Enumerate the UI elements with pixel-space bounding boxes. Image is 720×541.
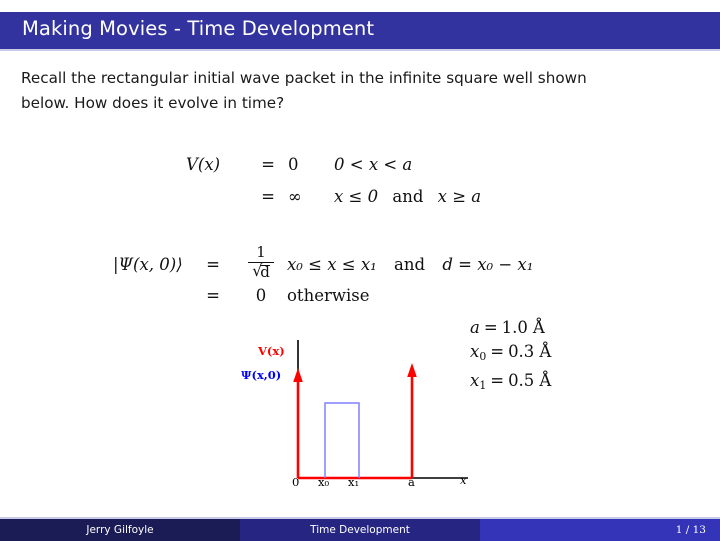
parameter-x0-value: 0.3 (508, 342, 535, 361)
wavefunction-fraction: 1 √ d (235, 243, 287, 282)
equation-wavefunction-row-2: = 0 otherwise (113, 286, 533, 316)
footer-author: Jerry Gilfoyle (0, 519, 240, 541)
parameter-a-unit: Å (532, 318, 545, 337)
parameter-a-value: 1.0 (501, 318, 528, 337)
parameter-x0-unit: Å (539, 342, 552, 361)
equation-potential-row-1: V(x) = 0 0 < x < a (186, 155, 481, 187)
equation-wavefunction: |Ψ(x, 0)⟩ = 1 √ d x₀ ≤ x ≤ x₁ and d = x₀… (113, 242, 533, 316)
intro-line-2: below. How does it evolve in time? (21, 94, 285, 112)
figure-tick-origin: 0 (292, 475, 300, 489)
parameter-x1-unit: Å (539, 371, 552, 391)
potential-condition-2-pre: x ≤ 0 (334, 187, 379, 206)
figure-tick-a: a (408, 475, 415, 489)
wavefunction-equals-2: = (206, 286, 220, 305)
title-bar-underline (0, 49, 720, 51)
sqrt-group: √ d (252, 263, 270, 281)
wavefunction-condition-2: otherwise (287, 286, 370, 305)
fraction-denominator: √ d (249, 263, 273, 281)
potential-condition-2: x ≤ 0 and x ≥ a (334, 187, 481, 206)
potential-left-arrowhead (293, 368, 303, 382)
wavefunction-definition: d = x₀ − x₁ (442, 254, 534, 274)
intro-paragraph: Recall the rectangular initial wave pack… (21, 66, 699, 116)
figure-tick-x1: x₁ (348, 475, 360, 489)
equation-potential-row-2: = ∞ x ≤ 0 and x ≥ a (186, 187, 481, 219)
figure-label-potential: V(x) (258, 344, 285, 358)
potential-value-1: 0 (288, 155, 299, 174)
slide-footer: Jerry Gilfoyle Time Development 1 / 13 (0, 519, 720, 541)
page-title: Making Movies - Time Development (22, 17, 375, 40)
figure-label-wavefunction: Ψ(x,0) (241, 368, 282, 382)
potential-value-2: ∞ (288, 187, 302, 206)
wave-packet-rectangle (324, 402, 360, 478)
footer-section: Time Development (240, 519, 480, 541)
equation-wavefunction-row-1: |Ψ(x, 0)⟩ = 1 √ d x₀ ≤ x ≤ x₁ and d = x₀… (113, 242, 533, 286)
potential-equals-1: = (261, 155, 275, 174)
wave-packet-figure: V(x) Ψ(x,0) 0 x₀ x₁ a x (230, 335, 490, 500)
fraction-numerator: 1 (256, 243, 266, 262)
intro-line-1: Recall the rectangular initial wave pack… (21, 69, 587, 87)
wavefunction-equals-1: = (206, 254, 220, 274)
figure-canvas (293, 340, 468, 480)
wavefunction-condition-1: x₀ ≤ x ≤ x₁ and d = x₀ − x₁ (287, 255, 533, 274)
wavefunction-range: x₀ ≤ x ≤ x₁ (287, 254, 377, 274)
potential-condition-2-post: x ≥ a (437, 187, 482, 206)
fraction-one-over-sqrt-d: 1 √ d (248, 243, 274, 281)
sqrt-overbar (260, 265, 270, 267)
potential-lhs: V(x) (186, 155, 221, 174)
figure-tick-x0: x₀ (318, 475, 330, 489)
wavefunction-value-2: 0 (255, 286, 267, 305)
potential-condition-1: 0 < x < a (334, 155, 413, 174)
wavefunction-lhs: |Ψ(x, 0)⟩ (113, 254, 183, 274)
equation-potential: V(x) = 0 0 < x < a = ∞ x ≤ 0 and x ≥ a (186, 155, 481, 219)
potential-equals-2: = (261, 187, 275, 206)
figure-axis-label-x: x (460, 473, 467, 487)
footer-page-number: 1 / 13 (480, 519, 720, 541)
wavefunction-conjunction: and (394, 254, 426, 274)
potential-right-arrowhead (407, 363, 417, 377)
potential-conjunction: and (392, 187, 424, 206)
parameter-x1-value: 0.5 (508, 371, 535, 391)
